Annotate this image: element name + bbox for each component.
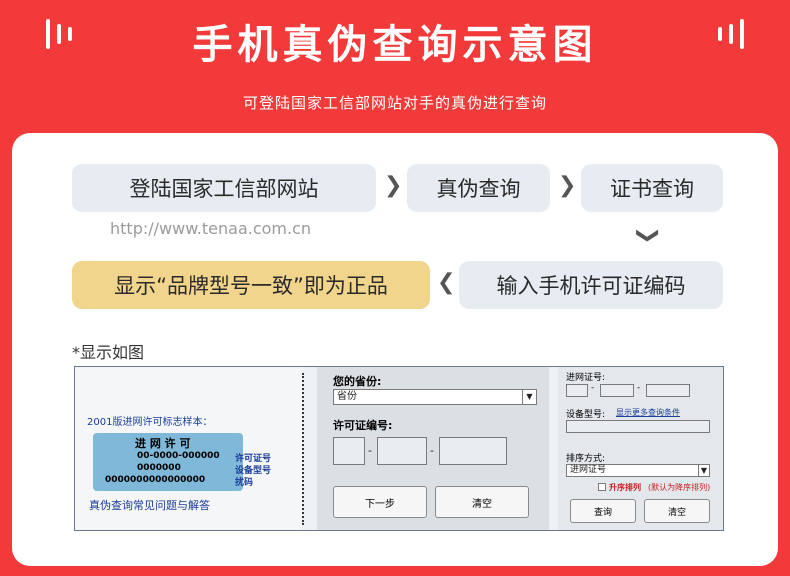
license-dash-1: - bbox=[368, 444, 372, 457]
page-title: 手机真伪查询示意图 bbox=[192, 22, 598, 68]
province-label: 您的省份: bbox=[333, 375, 382, 388]
chevron-left-icon: ❮ bbox=[437, 270, 456, 295]
page-subtitle: 可登陆国家工信部网站对手的真伪进行查询 bbox=[242, 94, 547, 112]
province-select-value: 省份 bbox=[337, 391, 357, 402]
sample-title: 2001版进网许可标志样本： bbox=[87, 417, 213, 428]
chevron-right-icon: ❯ bbox=[384, 173, 403, 198]
sort-select[interactable]: 进网证号 ▼ bbox=[566, 464, 710, 477]
query-button[interactable]: 查询 bbox=[570, 499, 636, 523]
step-certificate-query: 证书查询 bbox=[581, 164, 723, 212]
content-card: 登陆国家工信部网站 ❯ 真伪查询 ❯ 证书查询 http://www.tenaa… bbox=[12, 133, 778, 566]
step-enter-license: 输入手机许可证编码 bbox=[459, 261, 723, 309]
license-number-label: 许可证编号: bbox=[333, 419, 393, 432]
sample-card-title: 进 网 许 可 bbox=[135, 437, 191, 450]
network-dash-2: - bbox=[637, 383, 641, 393]
next-step-button[interactable]: 下一步 bbox=[333, 486, 427, 518]
sample-line-2: 0000000 bbox=[137, 463, 181, 473]
sort-select-value: 进网证号 bbox=[570, 465, 607, 475]
network-field-1[interactable] bbox=[566, 384, 588, 397]
sort-label: 排序方式: bbox=[566, 454, 606, 464]
faq-link[interactable]: 真伪查询常见问题与解答 bbox=[89, 497, 210, 513]
middle-panel: 您的省份: 省份 ▼ 许可证编号: - - 下一步 清空 bbox=[317, 367, 549, 530]
license-dash-2: - bbox=[430, 444, 434, 457]
descending-default-note: (默认为降序排列) bbox=[648, 483, 711, 492]
chevron-down-icon: ▼ bbox=[522, 390, 536, 404]
ascending-label: 升序排列 bbox=[609, 483, 641, 492]
sample-line-3: 0000000000000000 bbox=[105, 475, 206, 485]
license-field-1[interactable] bbox=[333, 437, 365, 465]
right-panel: 进网证号: - - 设备型号: 显示更多查询条件 排序方式: 进网证号 ▼ 升序… bbox=[558, 367, 723, 530]
license-field-3[interactable] bbox=[439, 437, 507, 465]
left-panel: 2001版进网许可标志样本： 进 网 许 可 00-0000-000000 00… bbox=[75, 367, 302, 530]
chevron-right-icon: ❯ bbox=[558, 173, 577, 198]
step-authenticity-query: 真伪查询 bbox=[407, 164, 550, 212]
reset-button[interactable]: 清空 bbox=[644, 499, 710, 523]
license-field-2[interactable] bbox=[377, 437, 427, 465]
province-select[interactable]: 省份 ▼ bbox=[333, 389, 537, 405]
display-note: *显示如图 bbox=[72, 343, 145, 362]
network-license-label: 进网证号: bbox=[566, 373, 606, 383]
sample-line-1: 00-0000-000000 bbox=[137, 451, 220, 461]
ascending-checkbox[interactable] bbox=[598, 483, 606, 491]
step-login-website: 登陆国家工信部网站 bbox=[72, 164, 376, 212]
website-url: http://www.tenaa.com.cn bbox=[110, 219, 312, 238]
query-page-screenshot: 2001版进网许可标志样本： 进 网 许 可 00-0000-000000 00… bbox=[74, 366, 724, 531]
network-dash-1: - bbox=[591, 383, 595, 393]
chevron-down-icon: ❯ bbox=[635, 226, 661, 245]
device-model-field[interactable] bbox=[566, 420, 710, 433]
chevron-down-icon: ▼ bbox=[698, 465, 709, 476]
network-field-3[interactable] bbox=[646, 384, 690, 397]
sample-label-scramble: 扰码 bbox=[235, 478, 254, 488]
step-result-match: 显示“品牌型号一致”即为正品 bbox=[72, 261, 430, 309]
clear-button[interactable]: 清空 bbox=[435, 486, 529, 518]
dotted-divider bbox=[302, 373, 304, 525]
network-field-2[interactable] bbox=[600, 384, 634, 397]
more-conditions-link[interactable]: 显示更多查询条件 bbox=[616, 407, 680, 418]
device-model-label: 设备型号: bbox=[566, 410, 606, 420]
